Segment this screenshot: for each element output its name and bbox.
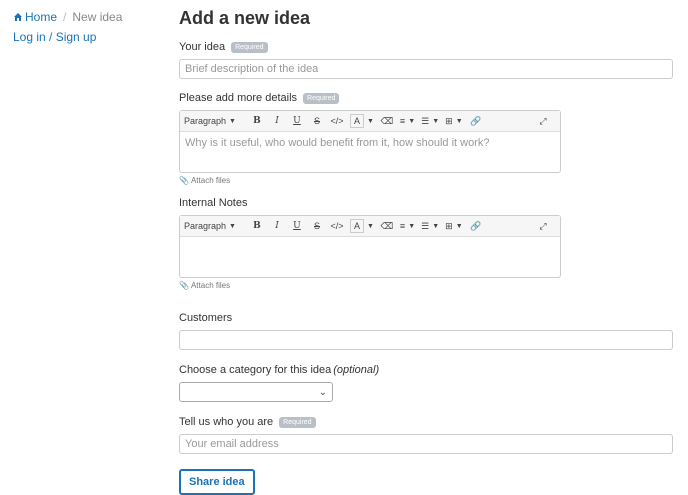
attach-files-label: Attach files: [190, 176, 231, 185]
align-dropdown[interactable]: ≡ ▼: [400, 113, 415, 129]
attach-files-link[interactable]: 📎 Attach files: [179, 281, 673, 290]
required-badge: Required: [303, 92, 340, 104]
share-idea-button[interactable]: Share idea: [179, 469, 255, 495]
link-icon[interactable]: 🔗: [469, 218, 483, 234]
chevron-down-icon: ▼: [366, 222, 374, 230]
font-color-label: A: [349, 219, 364, 233]
email-input[interactable]: Your email address: [179, 434, 673, 454]
paragraph-label: Paragraph: [184, 221, 227, 231]
details-label-row: Please add more details Required: [179, 92, 673, 104]
underline-button[interactable]: U: [290, 113, 304, 129]
login-signup-link[interactable]: Log in / Sign up: [13, 30, 96, 44]
home-icon: [14, 13, 22, 21]
fullscreen-icon[interactable]: ⤢: [536, 113, 550, 129]
table-icon: ⊞: [445, 115, 453, 126]
details-editor: Paragraph ▼ B I U S </> A ▼ ⌫ ≡ ▼ ☰ ▼ ⊞ ▼ 🔗 ⤢…: [179, 110, 561, 173]
paragraph-label: Paragraph: [184, 116, 227, 126]
required-badge: Required: [231, 41, 268, 53]
list-dropdown[interactable]: ☰ ▼: [421, 218, 439, 234]
notes-editor: Paragraph ▼ B I U S </> A ▼ ⌫ ≡ ▼ ☰ ▼ ⊞ ▼ 🔗 ⤢: [179, 215, 561, 278]
idea-label-row: Your idea Required: [179, 41, 673, 53]
customers-label-row: Customers: [179, 312, 673, 324]
font-color-dropdown[interactable]: A ▼: [349, 218, 374, 234]
customers-input[interactable]: [179, 330, 673, 350]
eraser-icon[interactable]: ⌫: [380, 113, 394, 129]
breadcrumb-separator: /: [63, 10, 67, 24]
idea-label: Your idea: [179, 41, 226, 53]
font-color-label: A: [349, 114, 364, 128]
paperclip-icon: 📎: [179, 176, 189, 185]
chevron-down-icon: ▼: [432, 222, 440, 230]
chevron-down-icon: ⌄: [318, 386, 327, 398]
page-title: Add a new idea: [179, 8, 311, 28]
attach-files-label: Attach files: [190, 281, 231, 290]
category-label: Choose a category for this idea: [179, 364, 332, 376]
notes-label: Internal Notes: [179, 197, 248, 209]
align-icon: ≡: [399, 116, 406, 126]
underline-button[interactable]: U: [290, 218, 304, 234]
paragraph-dropdown[interactable]: Paragraph ▼: [184, 218, 236, 234]
paperclip-icon: 📎: [179, 281, 189, 290]
editor-toolbar: Paragraph ▼ B I U S </> A ▼ ⌫ ≡ ▼ ☰ ▼ ⊞ ▼ 🔗 ⤢: [180, 111, 560, 132]
align-dropdown[interactable]: ≡ ▼: [400, 218, 415, 234]
idea-input[interactable]: Brief description of the idea: [179, 59, 673, 79]
chevron-down-icon: ▼: [455, 117, 463, 125]
fullscreen-icon[interactable]: ⤢: [536, 218, 550, 234]
category-select[interactable]: ⌄: [179, 382, 333, 402]
sidebar: Home / New idea Log in / Sign up: [13, 10, 122, 44]
bold-button[interactable]: B: [250, 218, 264, 234]
chevron-down-icon: ▼: [229, 117, 236, 125]
optional-label: (optional): [333, 364, 380, 376]
breadcrumb-home-label: Home: [25, 10, 58, 24]
details-editor-body[interactable]: Why is it useful, who would benefit from…: [180, 132, 560, 172]
required-badge: Required: [279, 416, 316, 428]
code-button[interactable]: </>: [330, 218, 344, 234]
code-button[interactable]: </>: [330, 113, 344, 129]
email-label: Tell us who you are: [179, 416, 274, 428]
attach-files-link[interactable]: 📎 Attach files: [179, 176, 673, 185]
link-icon[interactable]: 🔗: [469, 113, 483, 129]
editor-toolbar: Paragraph ▼ B I U S </> A ▼ ⌫ ≡ ▼ ☰ ▼ ⊞ ▼ 🔗 ⤢: [180, 216, 560, 237]
paragraph-dropdown[interactable]: Paragraph ▼: [184, 113, 236, 129]
list-icon: ☰: [421, 220, 430, 231]
breadcrumb-home-link[interactable]: Home: [13, 10, 57, 24]
email-label-row: Tell us who you are Required: [179, 416, 673, 428]
customers-label: Customers: [179, 312, 233, 324]
chevron-down-icon: ▼: [408, 222, 416, 230]
list-icon: ☰: [421, 115, 430, 126]
table-dropdown[interactable]: ⊞ ▼: [445, 218, 462, 234]
table-dropdown[interactable]: ⊞ ▼: [445, 113, 462, 129]
table-icon: ⊞: [445, 220, 453, 231]
chevron-down-icon: ▼: [229, 222, 236, 230]
strikethrough-button[interactable]: S: [310, 218, 324, 234]
eraser-icon[interactable]: ⌫: [380, 218, 394, 234]
strikethrough-button[interactable]: S: [310, 113, 324, 129]
notes-label-row: Internal Notes: [179, 197, 673, 209]
chevron-down-icon: ▼: [432, 117, 440, 125]
breadcrumb: Home / New idea: [13, 10, 122, 24]
idea-form: Add a new idea Your idea Required Brief …: [179, 8, 673, 495]
notes-editor-body[interactable]: [180, 237, 560, 277]
bold-button[interactable]: B: [250, 113, 264, 129]
align-icon: ≡: [399, 221, 406, 231]
breadcrumb-current: New idea: [72, 10, 123, 24]
italic-button[interactable]: I: [270, 218, 284, 234]
details-label: Please add more details: [179, 92, 298, 104]
chevron-down-icon: ▼: [408, 117, 416, 125]
chevron-down-icon: ▼: [455, 222, 463, 230]
category-label-row: Choose a category for this idea (optional…: [179, 364, 673, 376]
font-color-dropdown[interactable]: A ▼: [349, 113, 374, 129]
italic-button[interactable]: I: [270, 113, 284, 129]
list-dropdown[interactable]: ☰ ▼: [421, 113, 439, 129]
chevron-down-icon: ▼: [366, 117, 374, 125]
